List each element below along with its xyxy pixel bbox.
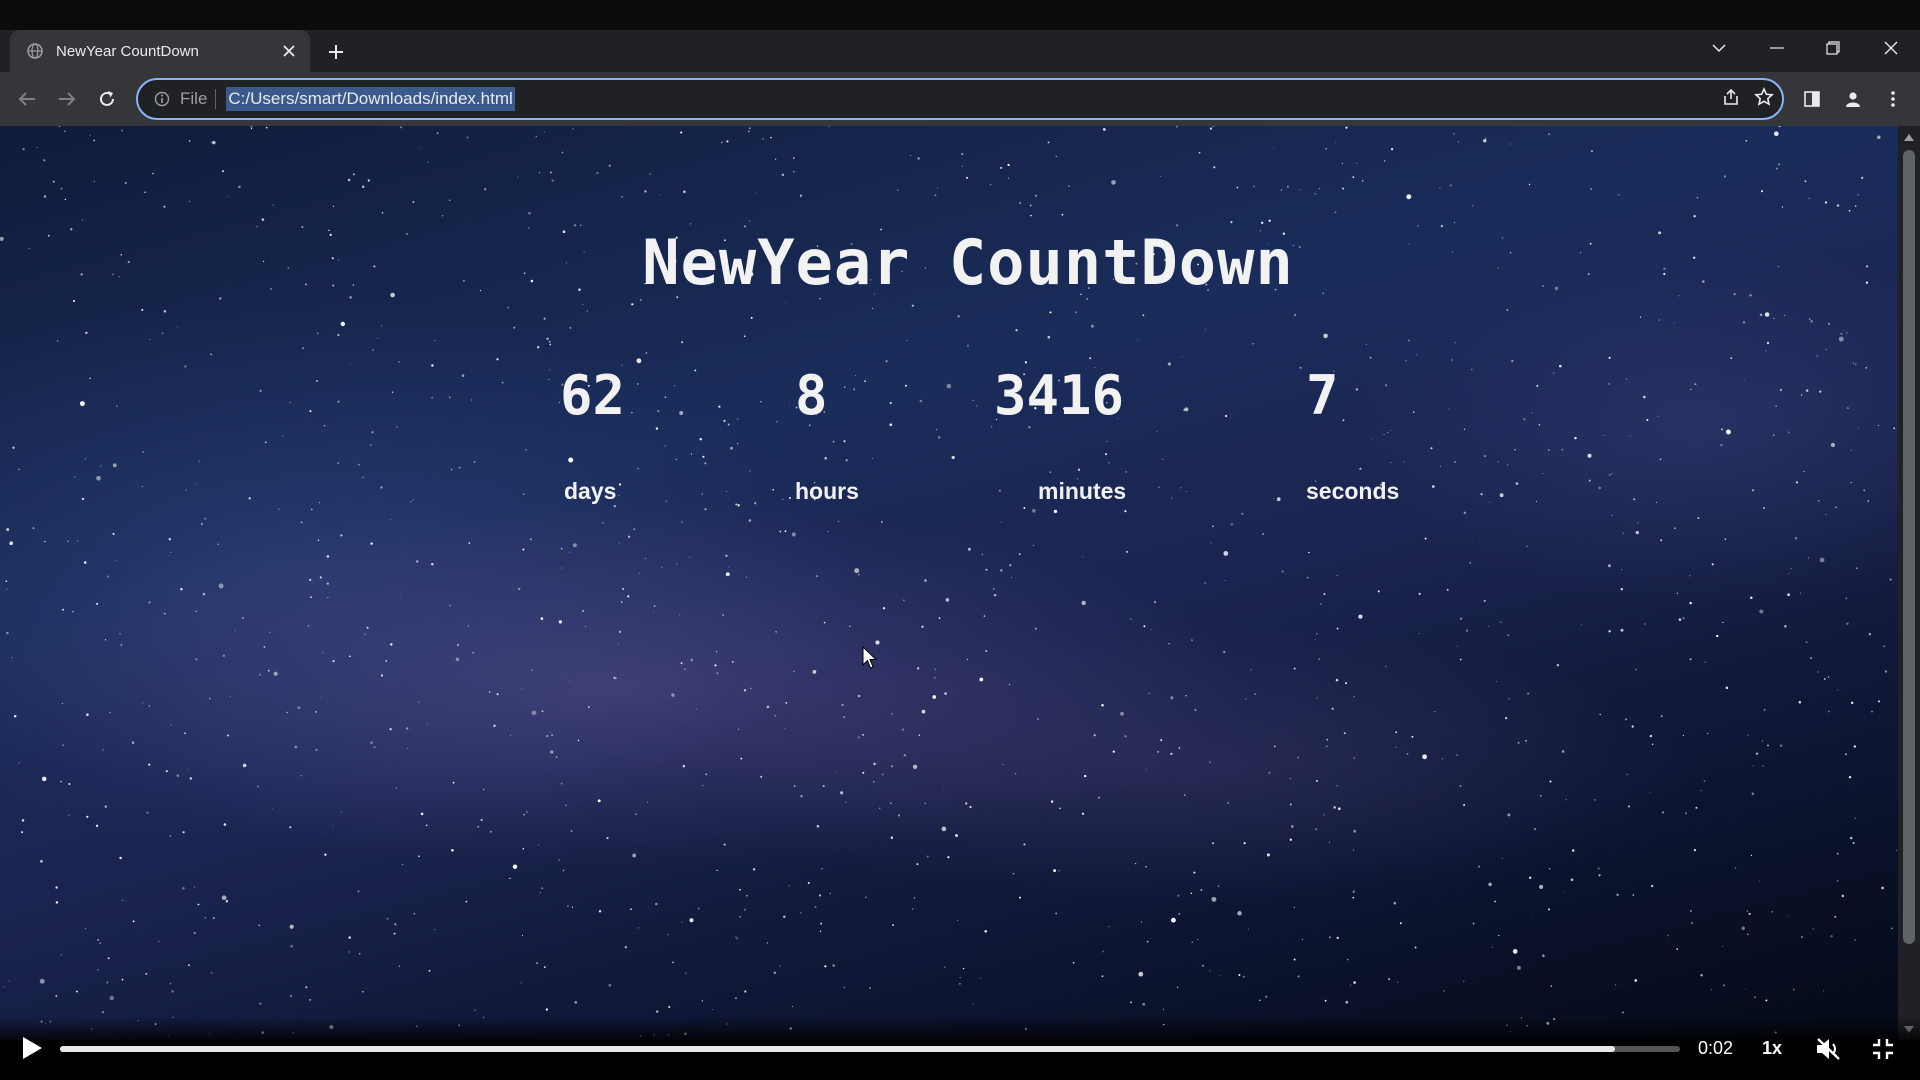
scrollbar-thumb[interactable]: [1903, 150, 1915, 944]
seconds-value: 7: [1306, 364, 1339, 427]
exit-fullscreen-icon[interactable]: [1866, 1032, 1900, 1066]
browser-tab-strip: NewYear CountDown: [0, 30, 1920, 72]
info-icon[interactable]: [152, 89, 172, 109]
tab-close-icon[interactable]: [278, 40, 300, 62]
hours-label: hours: [795, 478, 859, 504]
scroll-up-arrow-icon[interactable]: [1903, 132, 1915, 142]
seconds-label: seconds: [1306, 478, 1400, 504]
tab-title: NewYear CountDown: [56, 42, 199, 60]
restore-icon[interactable]: [1810, 30, 1856, 66]
minutes-label: minutes: [1038, 478, 1127, 504]
page-scrollbar[interactable]: [1898, 126, 1920, 1040]
video-time: 0:02: [1698, 1038, 1734, 1058]
minutes-value: 3416: [994, 364, 1125, 427]
video-progress-fill: [60, 1046, 1616, 1052]
globe-icon: [26, 42, 44, 60]
reload-icon[interactable]: [90, 82, 124, 116]
browser-toolbar: File C:/Users/smart/Downloads/index.html: [0, 72, 1920, 126]
page-title: NewYear CountDown: [642, 226, 1294, 299]
minimize-icon[interactable]: [1754, 30, 1800, 66]
muted-speaker-icon[interactable]: [1812, 1032, 1846, 1066]
mouse-cursor-icon: [862, 646, 878, 669]
share-icon[interactable]: [1722, 88, 1740, 111]
playback-speed-button[interactable]: 1x: [1762, 1038, 1782, 1059]
page-viewport: NewYear CountDown 62 8 3416 7 days hours…: [0, 126, 1898, 1040]
browser-tab[interactable]: NewYear CountDown: [10, 30, 310, 72]
days-value: 62: [560, 364, 626, 427]
days-label: days: [564, 478, 617, 504]
hours-value: 8: [795, 364, 828, 427]
close-window-icon[interactable]: [1868, 30, 1914, 66]
video-progress-bar[interactable]: [60, 1046, 1680, 1052]
back-arrow-icon[interactable]: [10, 82, 44, 116]
forward-arrow-icon[interactable]: [50, 82, 84, 116]
address-bar[interactable]: File C:/Users/smart/Downloads/index.html: [136, 78, 1784, 120]
tab-search-icon[interactable]: [1696, 30, 1742, 66]
video-player-controls: 0:02 1x: [0, 1016, 1920, 1080]
new-tab-button[interactable]: [322, 38, 350, 66]
more-menu-icon[interactable]: [1876, 82, 1910, 116]
side-panel-icon[interactable]: [1795, 82, 1829, 116]
plus-icon: [329, 45, 343, 59]
bookmark-star-icon[interactable]: [1754, 86, 1774, 112]
play-icon[interactable]: [16, 1032, 48, 1064]
url-text[interactable]: C:/Users/smart/Downloads/index.html: [226, 87, 515, 111]
screen-top-strip: [0, 0, 1920, 30]
profile-icon[interactable]: [1836, 82, 1870, 116]
url-scheme-label: File: [180, 89, 217, 109]
